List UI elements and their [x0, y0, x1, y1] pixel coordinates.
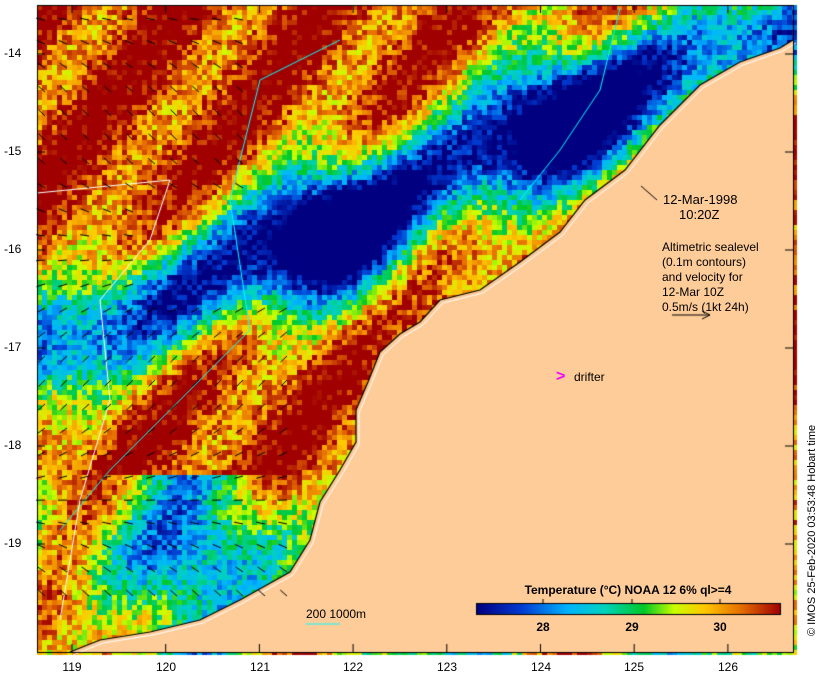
image-date: 12-Mar-1998: [663, 192, 738, 207]
legend-line: Altimetric sealevel: [662, 240, 759, 254]
colorbar-tick: 29: [625, 620, 639, 634]
lat-tick-label: -18: [4, 438, 22, 452]
velocity-legend: Altimetric sealevel (0.1m contours) and …: [662, 240, 759, 315]
colorbar-tick: 30: [713, 620, 727, 634]
credit-text: © IMOS 25-Feb-2020 03:53:48 Hobart time: [806, 424, 818, 636]
colorbar-tick: 28: [536, 620, 550, 634]
lat-tick-label: -16: [4, 242, 22, 256]
lon-tick-label: 122: [342, 660, 364, 674]
sst-map: [0, 0, 820, 680]
lat-tick-label: -19: [4, 536, 22, 550]
legend-line: (0.1m contours): [662, 255, 747, 269]
lon-tick-label: 119: [62, 660, 82, 674]
image-time: 10:20Z: [679, 207, 720, 222]
lon-tick-label: 125: [623, 660, 645, 674]
legend-line: 12-Mar 10Z: [662, 285, 725, 299]
lat-tick-label: -15: [4, 144, 22, 158]
legend-line: 0.5m/s (1kt 24h): [662, 300, 749, 314]
lat-tick-label: -14: [4, 46, 22, 60]
legend-line: and velocity for: [662, 270, 743, 284]
colorbar-title: Temperature (°C) NOAA 12 6% ql>=4: [524, 583, 732, 597]
drifter-label: drifter: [574, 370, 605, 384]
drifter-icon: >: [556, 368, 566, 385]
isobath-label: 200 1000m: [306, 607, 367, 621]
lon-tick-label: 124: [530, 660, 552, 674]
lat-tick-label: -17: [4, 340, 22, 354]
lon-tick-label: 121: [249, 660, 271, 674]
lon-tick-label: 123: [436, 660, 458, 674]
lon-tick-label: 126: [717, 660, 739, 674]
lon-tick-label: 120: [155, 660, 177, 674]
